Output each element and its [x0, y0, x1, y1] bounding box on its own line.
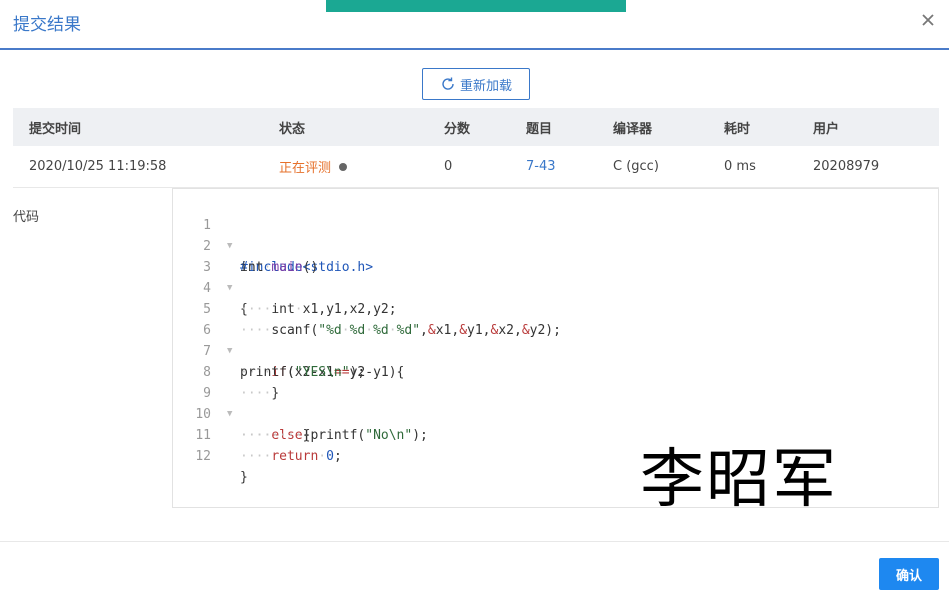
code-line: 1 ▼ #include<stdio.h>	[173, 194, 938, 275]
status-badge: 正在评测	[279, 161, 332, 176]
code-line: 9 ▼ ····else{printf("No\n");	[173, 362, 938, 443]
code-line: 6 ▼ ····if(x2-x1==y2-y1){	[173, 299, 938, 380]
watermark-text: 李昭军	[640, 443, 838, 517]
header-user: 用户	[813, 121, 840, 137]
code-line: 2 int·main()	[173, 215, 938, 275]
user-value: 20208979	[813, 159, 880, 174]
reload-button[interactable]: 重新加载	[422, 68, 530, 100]
code-whitespace: ·	[318, 449, 327, 464]
compiler-value: C (gcc)	[613, 159, 659, 174]
close-icon[interactable]	[917, 9, 939, 31]
header-compiler: 编译器	[613, 121, 653, 137]
refresh-icon	[442, 77, 454, 90]
problem-link[interactable]: 7-43	[526, 146, 556, 187]
code-line: 4 ····int·x1,y1,x2,y2;	[173, 257, 938, 317]
code-line: 10 ········}	[173, 383, 938, 443]
dialog-title: 提交结果	[13, 15, 81, 35]
elapsed-value: 0 ms	[724, 159, 756, 174]
code-token: ;	[333, 449, 342, 464]
code-line: 8 ····}	[173, 341, 938, 401]
status-cell: 正在评测	[279, 146, 348, 187]
code-token: }	[240, 470, 248, 485]
line-number: 12	[195, 449, 211, 464]
dialog-header: 提交结果	[0, 0, 949, 50]
header-status: 状态	[279, 121, 306, 137]
code-line: 5 ····scanf("%d·%d·%d·%d",&x1,&y1,&x2,&y…	[173, 278, 938, 338]
code-keyword: return	[271, 449, 319, 464]
reload-label: 重新加载	[459, 78, 512, 94]
confirm-button[interactable]: 确认	[879, 558, 939, 590]
code-line: 7 printf("YES\n");	[173, 320, 938, 380]
submit-time: 2020/10/25 11:19:58	[29, 159, 167, 174]
code-label: 代码	[13, 210, 40, 225]
code-line: 11 ····return·0;	[173, 404, 938, 464]
table-row: 2020/10/25 11:19:58 正在评测 0 7-43 C (gcc) …	[13, 146, 939, 188]
header-problem: 题目	[526, 121, 553, 137]
code-whitespace: ····	[240, 449, 272, 464]
header-time: 提交时间	[29, 121, 82, 137]
table-header: 提交时间 状态 分数 题目 编译器 耗时 用户	[13, 108, 939, 146]
header-elapsed: 耗时	[724, 121, 751, 137]
status-dot-icon	[339, 162, 348, 171]
score-value: 0	[444, 159, 453, 174]
header-score: 分数	[444, 121, 471, 137]
code-line: 3 ▼ {	[173, 236, 938, 317]
submission-table: 提交时间 状态 分数 题目 编译器 耗时 用户 2020/10/25 11:19…	[13, 108, 939, 188]
footer-divider	[0, 541, 949, 542]
code-number: 0	[326, 449, 334, 464]
